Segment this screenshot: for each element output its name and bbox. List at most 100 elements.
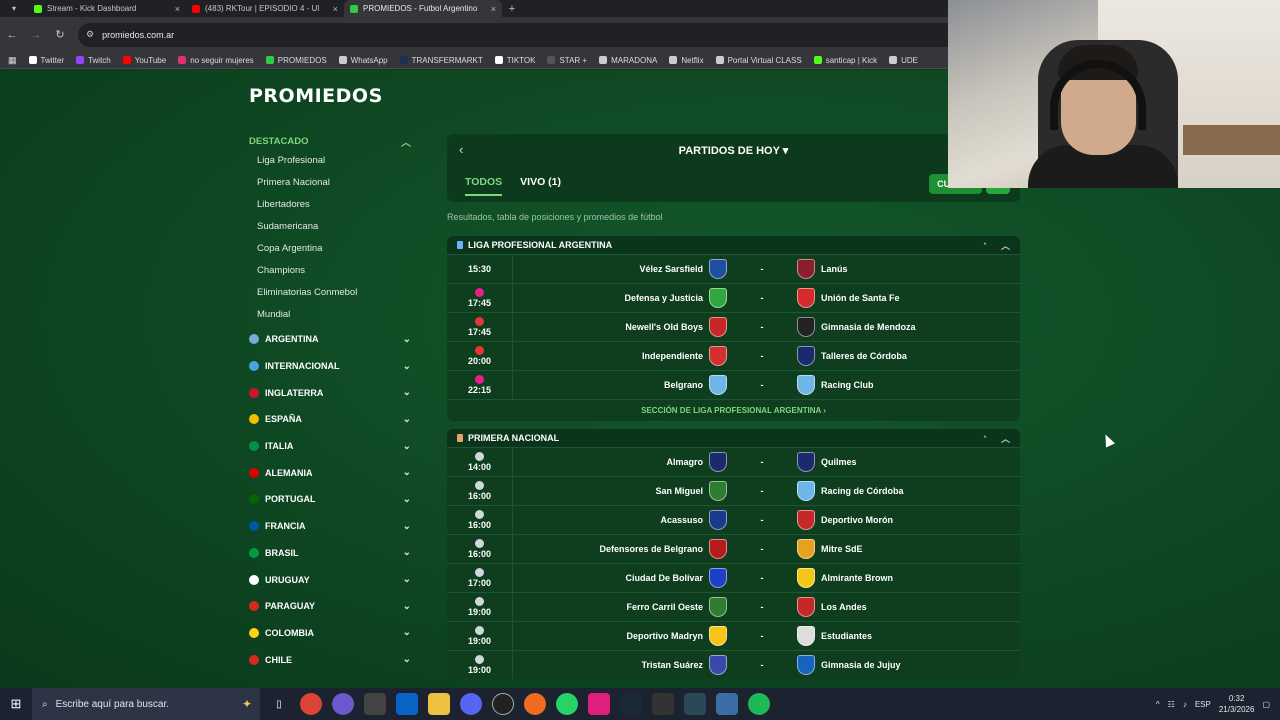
match-row[interactable]: 16:00 San Miguel - Racing de Córdoba bbox=[447, 476, 1020, 505]
bookmark-item[interactable]: TIKTOK bbox=[494, 56, 535, 65]
new-tab-button[interactable]: + bbox=[502, 3, 522, 15]
match-row[interactable]: 16:00 Acassuso - Deportivo Morón bbox=[447, 505, 1020, 534]
app-pink-icon[interactable] bbox=[588, 693, 610, 715]
tray-chevron-icon[interactable]: ^ bbox=[1156, 700, 1160, 709]
volume-icon[interactable]: ♪ bbox=[1183, 700, 1187, 709]
bookmark-item[interactable]: Twitter bbox=[28, 56, 64, 65]
match-row[interactable]: 17:45 Defensa y Justicia - Unión de Santa F… bbox=[447, 283, 1020, 312]
close-tab-icon[interactable]: × bbox=[175, 4, 180, 14]
browser-tab[interactable]: Stream - Kick Dashboard × bbox=[28, 0, 186, 17]
tab-search-button[interactable]: ▾ bbox=[0, 0, 28, 17]
sidebar-link[interactable]: Eliminatorias Conmebol bbox=[249, 282, 419, 304]
steam-icon[interactable] bbox=[620, 693, 642, 715]
match-row[interactable]: 20:00 Independiente - Talleres de Córdoba bbox=[447, 341, 1020, 370]
back-icon[interactable]: ← bbox=[0, 29, 24, 41]
shield-app-icon[interactable] bbox=[716, 693, 738, 715]
sidebar-country[interactable]: PARAGUAY ⌄ bbox=[249, 593, 419, 620]
site-logo[interactable]: PROMIEDOS bbox=[249, 85, 383, 107]
bookmark-item[interactable]: STAR + bbox=[547, 56, 587, 65]
sidebar-country[interactable]: PORTUGAL ⌄ bbox=[249, 486, 419, 513]
tab-live[interactable]: VIVO (1) bbox=[520, 176, 561, 196]
clock-time: 0:32 bbox=[1228, 694, 1245, 703]
whatsapp-icon[interactable] bbox=[556, 693, 578, 715]
chevron-up-icon[interactable]: ︿ bbox=[1001, 432, 1010, 445]
sidebar-country[interactable]: INTERNACIONAL ⌄ bbox=[249, 353, 419, 380]
match-row[interactable]: 15:30 Vélez Sarsfield - Lanús bbox=[447, 254, 1020, 283]
windows-start-icon[interactable]: ⊞ bbox=[0, 696, 32, 712]
league-section-link[interactable]: SECCIÓN DE LIGA PROFESIONAL ARGENTINA › bbox=[447, 399, 1020, 421]
apps-grid-icon[interactable]: ▦ bbox=[8, 55, 17, 66]
taskbar-search[interactable]: ⌕ Escribe aquí para buscar. ✦ bbox=[32, 688, 260, 720]
sidebar-section-header[interactable]: DESTACADO ︿ bbox=[249, 132, 419, 150]
bell-icon[interactable]: ◔ bbox=[982, 239, 987, 252]
sidebar-country[interactable]: URUGUAY ⌄ bbox=[249, 566, 419, 593]
sidebar-country[interactable]: ALEMANIA ⌄ bbox=[249, 459, 419, 486]
browser-icon[interactable] bbox=[524, 693, 546, 715]
sidebar-country[interactable]: CHILE ⌄ bbox=[249, 646, 419, 673]
app-dark-icon[interactable] bbox=[652, 693, 674, 715]
discord-icon[interactable] bbox=[460, 693, 482, 715]
league-name-group: PRIMERA NACIONAL bbox=[457, 433, 559, 443]
sidebar-link[interactable]: Sudamericana bbox=[249, 216, 419, 238]
forward-icon[interactable]: → bbox=[24, 29, 48, 41]
reload-icon[interactable]: ↻ bbox=[48, 28, 72, 41]
bookmark-item[interactable]: no seguir mujeres bbox=[178, 56, 254, 65]
date-selector[interactable]: PARTIDOS DE HOY ▾ bbox=[447, 144, 1020, 157]
browser-tab[interactable]: PROMIEDOS - Futbol Argentino × bbox=[344, 0, 502, 17]
bookmark-item[interactable]: TRANSFERMARKT bbox=[399, 56, 483, 65]
sidebar-link[interactable]: Primera Nacional bbox=[249, 172, 419, 194]
chrome-icon[interactable] bbox=[300, 693, 322, 715]
bookmark-item[interactable]: YouTube bbox=[122, 56, 166, 65]
league-header[interactable]: LIGA PROFESIONAL ARGENTINA ◔ ︿ bbox=[447, 236, 1020, 254]
sidebar-country[interactable]: INGLATERRA ⌄ bbox=[249, 379, 419, 406]
chevron-up-icon[interactable]: ︿ bbox=[1001, 239, 1010, 252]
league-header[interactable]: PRIMERA NACIONAL ◔ ︿ bbox=[447, 429, 1020, 447]
bell-icon[interactable]: ◔ bbox=[982, 432, 987, 445]
notifications-icon[interactable]: ▢ bbox=[1262, 700, 1270, 709]
obs-icon[interactable] bbox=[492, 693, 514, 715]
match-row[interactable]: 19:00 Deportivo Madryn - Estudiantes bbox=[447, 621, 1020, 650]
match-row[interactable]: 22:15 Belgrano - Racing Club bbox=[447, 370, 1020, 399]
sidebar-link[interactable]: Mundial bbox=[249, 304, 419, 326]
bookmark-item[interactable]: UDE bbox=[889, 56, 918, 65]
tab-all[interactable]: TODOS bbox=[465, 176, 503, 196]
match-row[interactable]: 16:00 Defensores de Belgrano - Mitre SdE bbox=[447, 534, 1020, 563]
sidebar-country[interactable]: ITALIA ⌄ bbox=[249, 433, 419, 460]
close-tab-icon[interactable]: × bbox=[491, 4, 496, 14]
bookmark-item[interactable]: Twitch bbox=[76, 56, 111, 65]
sidebar-link[interactable]: Libertadores bbox=[249, 194, 419, 216]
bookmark-item[interactable]: santicap | Kick bbox=[813, 56, 877, 65]
task-view-icon[interactable]: ▯ bbox=[268, 693, 290, 715]
match-row[interactable]: 17:45 Newell's Old Boys - Gimnasia de Mendo… bbox=[447, 312, 1020, 341]
copilot-icon[interactable] bbox=[332, 693, 354, 715]
match-row[interactable]: 17:00 Ciudad De Bolívar - Almirante Brown bbox=[447, 563, 1020, 592]
sidebar-country[interactable]: COLOMBIA ⌄ bbox=[249, 620, 419, 647]
bookmark-item[interactable]: WhatsApp bbox=[338, 56, 388, 65]
lang-indicator[interactable]: ESP bbox=[1195, 700, 1211, 709]
app-icon[interactable] bbox=[364, 693, 386, 715]
bookmark-item[interactable]: PROMIEDOS bbox=[265, 56, 327, 65]
match-row[interactable]: 19:00 Tristan Suárez - Gimnasia de Jujuy bbox=[447, 650, 1020, 679]
sidebar-country[interactable]: BRASIL ⌄ bbox=[249, 540, 419, 567]
url-field[interactable]: ⚙ promiedos.com.ar bbox=[78, 22, 1018, 47]
bookmark-item[interactable]: MARADONA bbox=[599, 56, 657, 65]
outlook-icon[interactable] bbox=[396, 693, 418, 715]
sidebar-link[interactable]: Copa Argentina bbox=[249, 238, 419, 260]
network-icon[interactable]: ☷ bbox=[1168, 700, 1175, 709]
sidebar-link[interactable]: Liga Profesional bbox=[249, 150, 419, 172]
spotify-icon[interactable] bbox=[748, 693, 770, 715]
sidebar-country[interactable]: ESPAÑA ⌄ bbox=[249, 406, 419, 433]
match-row[interactable]: 19:00 Ferro Carril Oeste - Los Andes bbox=[447, 592, 1020, 621]
browser-tab[interactable]: (483) RKTour | EPISODIO 4 - Ul × bbox=[186, 0, 344, 17]
sidebar-country[interactable]: FRANCIA ⌄ bbox=[249, 513, 419, 540]
terminal-icon[interactable] bbox=[684, 693, 706, 715]
sidebar-country[interactable]: ARGENTINA ⌄ bbox=[249, 326, 419, 353]
site-info-icon[interactable]: ⚙ bbox=[86, 29, 94, 40]
close-tab-icon[interactable]: × bbox=[333, 4, 338, 14]
bookmark-item[interactable]: Portal Virtual CLASS bbox=[715, 56, 802, 65]
clock[interactable]: 0:32 21/3/2026 bbox=[1219, 693, 1255, 715]
bookmark-item[interactable]: Netflix bbox=[669, 56, 704, 65]
folder-icon[interactable] bbox=[428, 693, 450, 715]
match-row[interactable]: 14:00 Almagro - Quilmes bbox=[447, 447, 1020, 476]
sidebar-link[interactable]: Champions bbox=[249, 260, 419, 282]
